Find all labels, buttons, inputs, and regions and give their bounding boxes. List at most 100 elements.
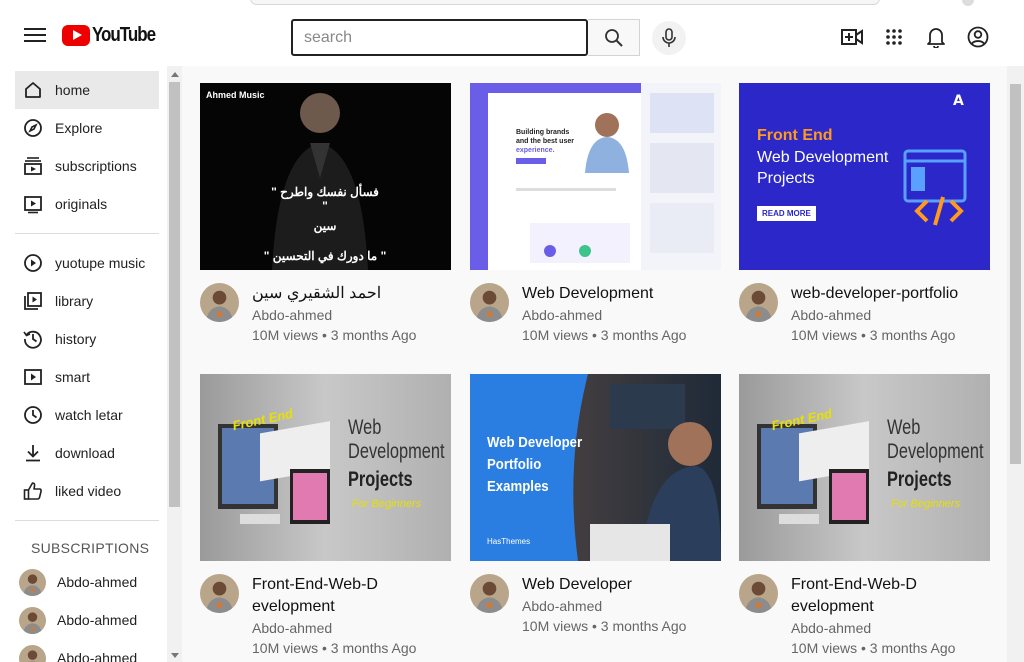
devices-mockup-art — [757, 421, 869, 524]
scroll-down-arrow-icon[interactable] — [171, 653, 179, 658]
youtube-play-icon — [62, 25, 90, 46]
search-icon — [604, 28, 623, 47]
channel-avatar[interactable] — [200, 574, 239, 613]
library-icon — [23, 291, 43, 311]
sidebar-item-smart[interactable]: smart — [15, 358, 159, 396]
video-thumbnail[interactable]: A Front End Web Development Projects REA… — [739, 83, 990, 270]
apps-grid-icon — [886, 29, 902, 45]
sidebar-item-label: yuotupe music — [55, 255, 146, 271]
page-scrollbar[interactable] — [1007, 66, 1024, 662]
channel-name: Abdo-ahmed — [57, 650, 138, 662]
sidebar-item-label: liked video — [55, 483, 122, 499]
download-icon — [23, 443, 43, 463]
mockup-headline-line: Building brands — [516, 129, 570, 136]
search-button[interactable] — [588, 19, 640, 56]
video-card[interactable]: Ahmed Music " فسأل نفسك واطرح " سين " ما… — [200, 83, 451, 345]
scroll-up-arrow-icon[interactable] — [171, 72, 179, 77]
video-thumbnail[interactable]: Front End Web Development Projects For B… — [739, 374, 990, 561]
sidebar-item-history[interactable]: history — [15, 320, 159, 358]
thumbnail-heading: Web — [348, 416, 382, 439]
sidebar-item-explore[interactable]: Explore — [15, 109, 159, 147]
thumbnail-heading: Web Development — [757, 149, 889, 166]
channel-avatar[interactable] — [470, 574, 509, 613]
video-thumbnail[interactable]: Front End Web Development Projects For B… — [200, 374, 451, 561]
smart-icon — [23, 367, 43, 387]
sidebar-item-music[interactable]: yuotupe music — [15, 244, 159, 282]
thumbnail-read-more-badge: READ MORE — [757, 206, 816, 221]
thumbnail-heading: Development — [348, 440, 445, 463]
sidebar-item-label: download — [55, 445, 115, 461]
account-button[interactable] — [965, 24, 991, 50]
video-thumbnail[interactable]: Ahmed Music " فسأل نفسك واطرح " سين " ما… — [200, 83, 451, 270]
sidebar-item-label: smart — [55, 369, 90, 385]
thumbnail-heading: Projects — [348, 468, 413, 491]
youtube-logo[interactable]: YouTube — [62, 24, 166, 47]
sidebar-item-liked-videos[interactable]: liked video — [15, 472, 159, 510]
channel-avatar[interactable] — [739, 574, 778, 613]
subscriptions-icon — [23, 156, 43, 176]
channel-avatar[interactable] — [200, 283, 239, 322]
video-channel-name[interactable]: Abdo-ahmed — [791, 305, 958, 325]
page-scrollbar-thumb[interactable] — [1010, 84, 1021, 464]
sidebar-divider — [15, 520, 159, 521]
video-card[interactable]: A Front End Web Development Projects REA… — [739, 83, 990, 345]
home-icon — [23, 80, 43, 100]
thumbs-up-icon — [23, 481, 43, 501]
video-channel-name[interactable]: Abdo-ahmed — [252, 305, 416, 325]
sidebar-item-label: watch letar — [55, 407, 123, 423]
video-stats: 10M views • 3 months Ago — [791, 327, 956, 343]
sidebar-item-originals[interactable]: originals — [15, 185, 159, 223]
sidebar-item-label: library — [55, 293, 94, 309]
sidebar-item-library[interactable]: library — [15, 282, 159, 320]
sidebar-scrollbar-thumb[interactable] — [169, 82, 180, 507]
apps-button[interactable] — [881, 24, 907, 50]
channel-avatar — [19, 568, 46, 596]
subscriptions-heading: SUBSCRIPTIONS — [31, 540, 150, 556]
sidebar-item-watch-later[interactable]: watch letar — [15, 396, 159, 434]
video-stats: 10M views • 3 months Ago — [522, 618, 687, 634]
video-channel-name[interactable]: Abdo-ahmed — [522, 305, 686, 325]
video-title[interactable]: احمد الشقيري سين — [252, 283, 416, 305]
sidebar-item-subscriptions[interactable]: subscriptions — [15, 147, 159, 185]
notifications-button[interactable] — [923, 24, 949, 50]
sidebar-item-home[interactable]: home — [15, 71, 159, 109]
video-card[interactable]: Building brands and the best user experi… — [470, 83, 721, 345]
video-title[interactable]: Web Development — [522, 283, 686, 305]
thumbnail-heading: Web Developer — [487, 434, 583, 451]
website-mockup-art — [488, 83, 721, 270]
channel-avatar[interactable] — [739, 283, 778, 322]
mockup-headline-line: experience. — [516, 147, 555, 154]
subscription-channel[interactable]: Abdo-ahmed — [19, 604, 137, 636]
video-stats: 10M views • 3 months Ago — [791, 640, 956, 656]
sidebar-item-label: Explore — [55, 120, 103, 136]
video-thumbnail[interactable]: Web Developer Portfolio Examples HasThem… — [470, 374, 721, 561]
channel-avatar[interactable] — [470, 283, 509, 322]
subscription-channel[interactable]: Abdo-ahmed — [19, 566, 137, 598]
sidebar-scrollbar[interactable] — [167, 66, 182, 662]
video-channel-name[interactable]: Abdo-ahmed — [522, 596, 686, 616]
video-title[interactable]: Front-End-Web-Development — [791, 574, 921, 618]
video-channel-name[interactable]: Abdo-ahmed — [252, 618, 432, 638]
thumbnail-heading: Projects — [887, 468, 952, 491]
video-title[interactable]: web-developer-portfolio — [791, 283, 958, 305]
video-title[interactable]: Front-End-Web-Development — [252, 574, 382, 618]
thumbnail-caption-line: سين — [313, 219, 337, 233]
svg-text:A: A — [953, 93, 964, 109]
subscription-channel[interactable]: Abdo-ahmed — [19, 642, 137, 662]
voice-search-button[interactable] — [652, 21, 686, 55]
search-input[interactable] — [291, 19, 588, 56]
thumbnail-brand: HasThemes — [487, 537, 531, 546]
clock-icon — [23, 405, 43, 425]
hamburger-menu-icon[interactable] — [24, 28, 46, 46]
video-title[interactable]: Web Developer — [522, 574, 686, 596]
thumbnail-heading: Examples — [487, 478, 549, 495]
compass-icon — [23, 118, 43, 138]
create-video-button[interactable] — [839, 24, 865, 50]
video-card[interactable]: Web Developer Portfolio Examples HasThem… — [470, 374, 721, 636]
sidebar-item-download[interactable]: download — [15, 434, 159, 472]
devices-mockup-art — [218, 421, 330, 524]
video-card[interactable]: Front End Web Development Projects For B… — [739, 374, 990, 658]
video-channel-name[interactable]: Abdo-ahmed — [791, 618, 971, 638]
video-card[interactable]: Front End Web Development Projects For B… — [200, 374, 451, 658]
video-thumbnail[interactable]: Building brands and the best user experi… — [470, 83, 721, 270]
